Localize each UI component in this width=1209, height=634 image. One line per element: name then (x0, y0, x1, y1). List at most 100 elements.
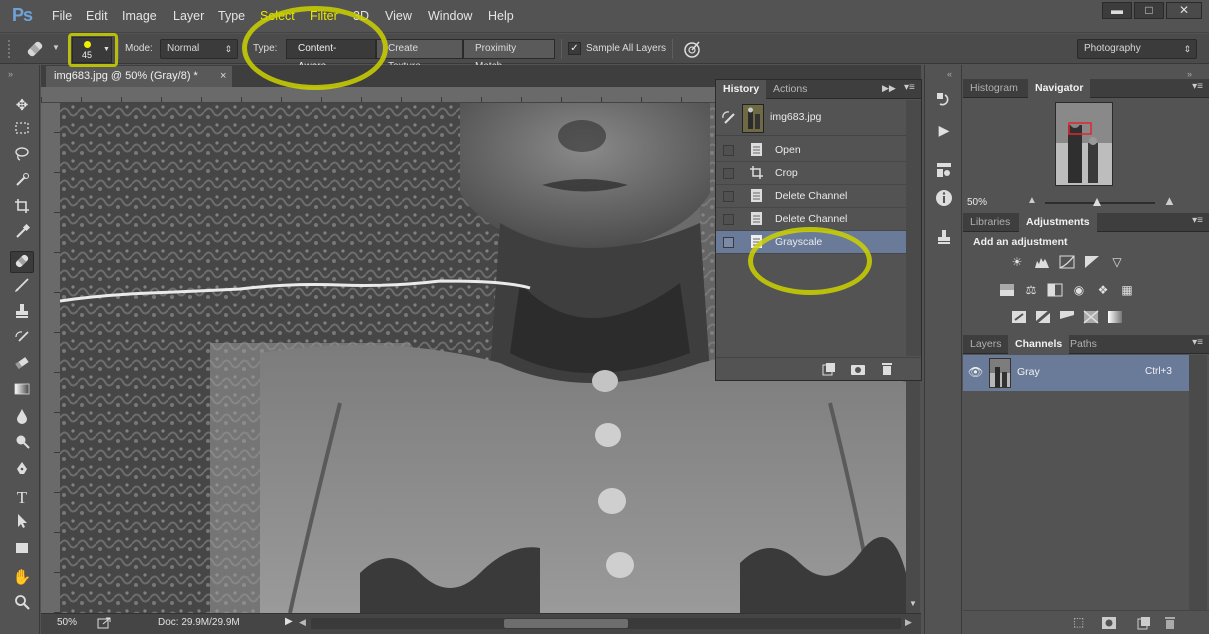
history-item[interactable]: Crop (716, 162, 906, 185)
pen-tool-icon[interactable] (10, 461, 34, 483)
tab-navigator[interactable]: Navigator (1028, 79, 1091, 98)
menu-layer[interactable]: Layer (173, 9, 204, 23)
history-snapshot[interactable]: img683.jpg (716, 100, 906, 136)
photo-filter-icon[interactable]: ◉ (1071, 283, 1087, 297)
tab-layers[interactable]: Layers (963, 335, 1009, 354)
load-channel-selection-icon[interactable]: ⬚ (1073, 615, 1084, 629)
tab-histogram[interactable]: Histogram (963, 79, 1025, 98)
hue-saturation-icon[interactable] (999, 283, 1015, 297)
new-document-from-state-icon[interactable] (820, 362, 836, 376)
eyedropper-tool-icon[interactable] (10, 223, 34, 246)
collapse-toolbar-icon[interactable]: » (8, 69, 13, 79)
selective-color-icon[interactable] (1083, 310, 1099, 324)
preset-dropdown-arrow-icon[interactable]: ▼ (52, 43, 60, 52)
navigator-zoom-value[interactable]: 50% (967, 197, 987, 208)
create-snapshot-icon[interactable] (850, 362, 866, 376)
menu-type[interactable]: Type (218, 9, 245, 23)
panel-menu-icon[interactable]: ▾≡ (904, 82, 915, 93)
menu-image[interactable]: Image (122, 9, 157, 23)
spot-healing-brush-tool-icon[interactable] (10, 251, 34, 273)
properties-panel-icon[interactable] (932, 161, 956, 183)
export-status-icon[interactable] (97, 617, 111, 629)
menu-file[interactable]: File (52, 9, 72, 23)
document-tab[interactable]: img683.jpg @ 50% (Gray/8) * × (46, 66, 232, 87)
panel-menu-icon[interactable]: ▾≡ (1192, 81, 1203, 92)
history-brush-tool-icon[interactable] (10, 329, 34, 351)
zoom-tool-icon[interactable] (10, 594, 34, 616)
move-tool-icon[interactable]: ✥ (10, 95, 34, 117)
navigator-zoom-slider[interactable] (1045, 198, 1155, 206)
navigator-thumbnail[interactable] (1055, 102, 1113, 186)
tab-paths[interactable]: Paths (1063, 335, 1104, 354)
gradient-map-icon[interactable] (1107, 310, 1123, 324)
quick-selection-tool-icon[interactable] (10, 172, 34, 194)
clone-source-panel-icon[interactable] (932, 229, 956, 251)
type-proximity-match-button[interactable]: Proximity Match (463, 39, 555, 72)
collapse-dock-icon[interactable]: » (1187, 69, 1192, 79)
type-create-texture-button[interactable]: Create Texture (376, 39, 463, 72)
panel-menu-icon[interactable]: ▾≡ (1192, 215, 1203, 226)
scroll-down-icon[interactable]: ▼ (909, 599, 917, 608)
tab-channels[interactable]: Channels (1008, 335, 1070, 354)
clone-stamp-tool-icon[interactable] (10, 303, 34, 325)
rectangle-tool-icon[interactable] (10, 540, 34, 562)
invert-icon[interactable] (1011, 310, 1027, 324)
expand-panels-icon[interactable]: « (947, 69, 952, 79)
lasso-tool-icon[interactable] (10, 146, 34, 168)
threshold-icon[interactable] (1059, 310, 1075, 324)
delete-channel-icon[interactable] (1163, 616, 1177, 630)
close-document-icon[interactable]: × (220, 66, 226, 87)
visibility-eye-icon[interactable]: 👁 (968, 365, 983, 379)
maximize-button[interactable]: □ (1134, 2, 1164, 19)
zoom-out-icon[interactable]: ▲ (1027, 195, 1037, 206)
color-balance-icon[interactable]: ⚖ (1023, 283, 1039, 297)
actions-panel-icon[interactable]: ▶ (932, 119, 956, 141)
tab-actions[interactable]: Actions (766, 80, 814, 99)
brightness-contrast-icon[interactable]: ☀ (1009, 255, 1025, 269)
vibrance-icon[interactable]: ▽ (1109, 255, 1125, 269)
panel-collapse-icon[interactable]: ▶▶ (882, 83, 896, 94)
exposure-icon[interactable] (1084, 255, 1100, 269)
menu-view[interactable]: View (385, 9, 412, 23)
dodge-tool-icon[interactable] (10, 434, 34, 456)
history-source-checkbox[interactable] (723, 214, 734, 225)
curves-icon[interactable] (1059, 255, 1075, 269)
history-panel-icon[interactable] (932, 91, 956, 113)
info-panel-icon[interactable] (932, 189, 956, 211)
save-selection-channel-icon[interactable] (1101, 616, 1117, 630)
panel-menu-icon[interactable]: ▾≡ (1192, 337, 1203, 348)
tab-adjustments[interactable]: Adjustments (1019, 213, 1097, 232)
history-source-checkbox[interactable] (723, 145, 734, 156)
workspace-select[interactable]: Photography ⇕ (1077, 39, 1197, 59)
history-source-checkbox[interactable] (723, 237, 734, 248)
channel-row[interactable]: 👁 Gray Ctrl+3 (963, 355, 1189, 391)
mode-select[interactable]: Normal ⇕ (160, 39, 238, 59)
zoom-in-icon[interactable]: ▲ (1163, 193, 1176, 208)
pressure-size-icon[interactable] (682, 39, 702, 59)
horizontal-scrollbar[interactable] (311, 618, 901, 629)
delete-state-icon[interactable] (880, 362, 894, 376)
status-menu-arrow-icon[interactable]: ▶ (285, 616, 293, 627)
history-source-checkbox[interactable] (723, 191, 734, 202)
menu-edit[interactable]: Edit (86, 9, 108, 23)
hscroll-right-icon[interactable]: ▶ (905, 617, 912, 628)
menu-help[interactable]: Help (488, 9, 514, 23)
levels-icon[interactable] (1034, 255, 1050, 269)
eraser-tool-icon[interactable] (10, 355, 34, 377)
posterize-icon[interactable] (1035, 309, 1051, 325)
history-scrollbar[interactable] (906, 100, 921, 356)
rectangular-marquee-tool-icon[interactable] (10, 120, 34, 142)
sample-all-layers-checkbox[interactable]: ✓ (568, 42, 581, 55)
crop-tool-icon[interactable] (10, 198, 34, 220)
blur-tool-icon[interactable] (10, 408, 34, 430)
menu-window[interactable]: Window (428, 9, 472, 23)
gradient-tool-icon[interactable] (10, 381, 34, 403)
zoom-slider-thumb[interactable] (1093, 198, 1101, 206)
tab-libraries[interactable]: Libraries (963, 213, 1017, 232)
channels-scrollbar[interactable] (1189, 355, 1207, 610)
channel-mixer-icon[interactable]: ❖ (1095, 283, 1111, 297)
black-white-icon[interactable] (1047, 283, 1063, 297)
status-zoom[interactable]: 50% (57, 617, 77, 628)
minimize-button[interactable]: ▬ (1102, 2, 1132, 19)
close-button[interactable]: ✕ (1166, 2, 1202, 19)
